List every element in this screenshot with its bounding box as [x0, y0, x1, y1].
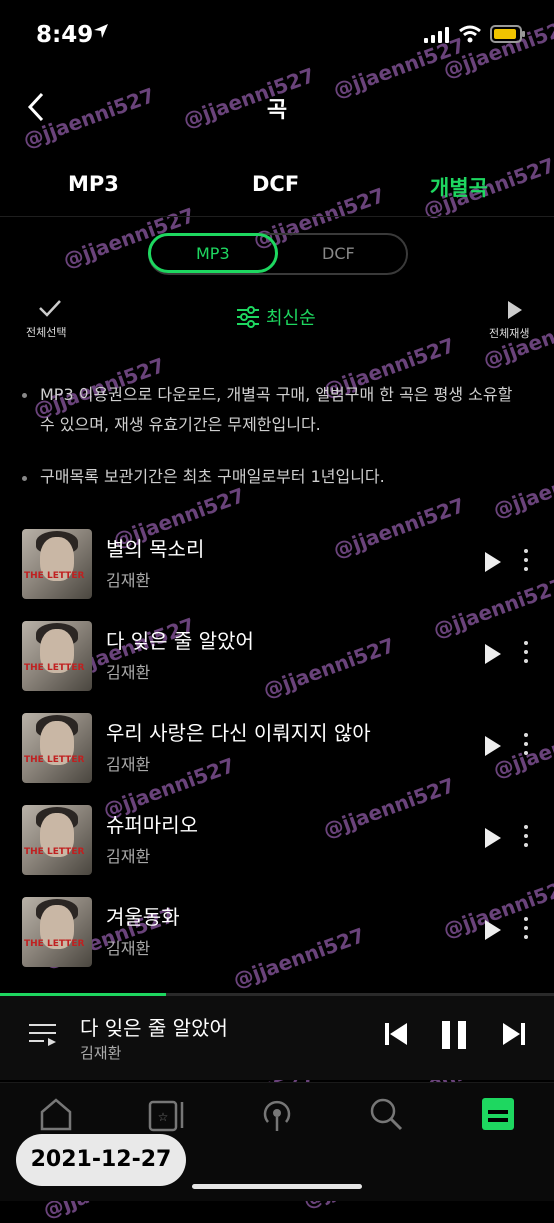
- tab-individual[interactable]: 개별곡: [430, 172, 488, 202]
- sort-icon[interactable]: [236, 306, 260, 328]
- play-icon[interactable]: [484, 919, 502, 941]
- song-artist: 김재환: [106, 571, 151, 590]
- song-title[interactable]: 슈퍼마리오: [106, 809, 198, 838]
- battery-icon: [490, 25, 525, 43]
- album-art-text: THE LETTER: [24, 847, 85, 857]
- song-row[interactable]: THE LETTER 겨울동화김재환: [0, 893, 554, 985]
- check-icon[interactable]: [38, 298, 62, 318]
- home-indicator: [192, 1184, 362, 1189]
- more-options-icon[interactable]: [524, 549, 528, 576]
- library-icon[interactable]: ☆: [148, 1096, 188, 1132]
- song-title[interactable]: 별의 목소리: [106, 533, 204, 562]
- play-icon[interactable]: [484, 735, 502, 757]
- note-bullet: [22, 476, 27, 481]
- tab-dcf[interactable]: DCF: [252, 172, 299, 196]
- now-playing-title[interactable]: 다 잊은 줄 알았어: [80, 1012, 228, 1041]
- wifi-icon: [459, 25, 481, 43]
- more-options-icon[interactable]: [524, 641, 528, 668]
- album-art[interactable]: THE LETTER: [22, 897, 92, 967]
- album-art[interactable]: THE LETTER: [22, 621, 92, 691]
- song-row[interactable]: THE LETTER 슈퍼마리오김재환: [0, 801, 554, 893]
- now-playing-artist: 김재환: [80, 1044, 122, 1062]
- note-text: 구매목록 보관기간은 최초 구매일로부터 1년입니다.: [40, 467, 385, 486]
- more-options-icon[interactable]: [524, 733, 528, 760]
- song-title[interactable]: 다 잊은 줄 알았어: [106, 625, 254, 654]
- home-icon[interactable]: [38, 1096, 74, 1132]
- song-row[interactable]: THE LETTER 우리 사랑은 다신 이뤄지지 않아김재환: [0, 709, 554, 801]
- search-icon[interactable]: [368, 1096, 404, 1132]
- album-art[interactable]: THE LETTER: [22, 713, 92, 783]
- song-title[interactable]: 겨울동화: [106, 901, 180, 930]
- select-all-label[interactable]: 전체선택: [26, 324, 66, 340]
- note-bullet: [22, 393, 27, 398]
- album-art[interactable]: THE LETTER: [22, 529, 92, 599]
- segment-dcf-button[interactable]: DCF: [322, 244, 355, 263]
- song-artist: 김재환: [106, 939, 151, 958]
- play-icon[interactable]: [484, 643, 502, 665]
- status-time: 8:49: [36, 22, 94, 48]
- song-row[interactable]: THE LETTER 다 잊은 줄 알았어김재환: [0, 617, 554, 709]
- album-art[interactable]: THE LETTER: [22, 805, 92, 875]
- more-options-icon[interactable]: [524, 825, 528, 852]
- play-icon[interactable]: [484, 827, 502, 849]
- album-art-text: THE LETTER: [24, 571, 85, 581]
- song-artist: 김재환: [106, 847, 151, 866]
- page-title: 곡: [266, 98, 288, 123]
- signal-icon: [424, 27, 449, 43]
- pause-button[interactable]: [440, 1020, 468, 1050]
- previous-button[interactable]: [384, 1022, 408, 1046]
- sort-button[interactable]: 최신순: [266, 304, 316, 330]
- more-options-icon[interactable]: [524, 917, 528, 944]
- tab-mp3[interactable]: MP3: [68, 172, 119, 196]
- album-art-text: THE LETTER: [24, 939, 85, 949]
- location-icon: [94, 24, 108, 38]
- song-row[interactable]: THE LETTER 별의 목소리김재환: [0, 525, 554, 617]
- podcast-icon[interactable]: [258, 1096, 296, 1134]
- next-button[interactable]: [502, 1022, 526, 1046]
- date-badge: 2021-12-27: [16, 1134, 186, 1186]
- song-artist: 김재환: [106, 663, 151, 682]
- song-title[interactable]: 우리 사랑은 다신 이뤄지지 않아: [106, 717, 371, 746]
- my-music-icon[interactable]: [480, 1096, 516, 1132]
- svg-text:☆: ☆: [158, 1110, 169, 1124]
- play-all-label[interactable]: 전체재생: [489, 325, 529, 341]
- play-icon[interactable]: [484, 551, 502, 573]
- album-art-text: THE LETTER: [24, 663, 85, 673]
- queue-icon[interactable]: [28, 1022, 58, 1048]
- tab-divider: [0, 216, 554, 217]
- play-all-icon[interactable]: [507, 300, 523, 320]
- note-text: MP3 이용권으로 다운로드, 개별곡 구매, 앨범구매 한 곡은 평생 소유할…: [40, 385, 513, 434]
- segment-mp3-label: MP3: [196, 244, 230, 263]
- song-artist: 김재환: [106, 755, 151, 774]
- album-art-text: THE LETTER: [24, 755, 85, 765]
